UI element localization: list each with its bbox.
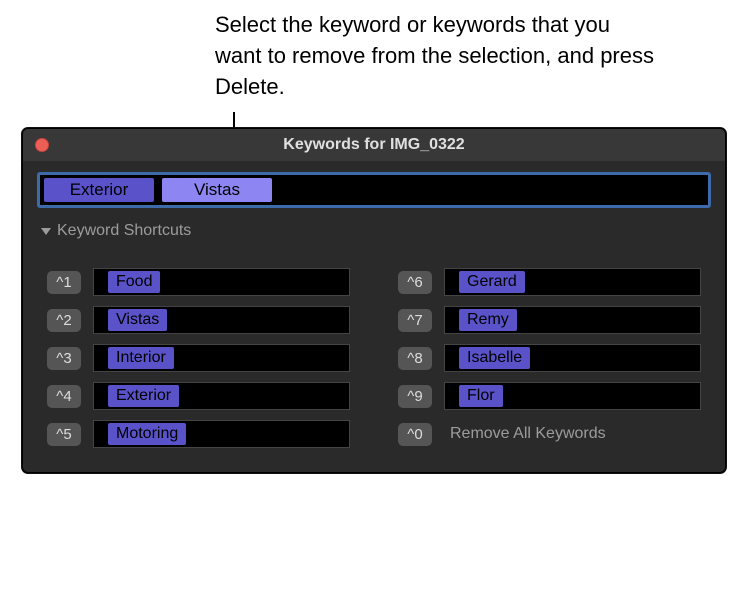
shortcut-key-2: ^2 bbox=[47, 309, 81, 332]
shortcut-slot-4[interactable]: Exterior bbox=[93, 382, 350, 410]
shortcut-key-0: ^0 bbox=[398, 423, 432, 446]
shortcut-key-5: ^5 bbox=[47, 423, 81, 446]
shortcut-row-5: ^5 Motoring bbox=[47, 420, 350, 448]
shortcut-row-7: ^7 Remy bbox=[398, 306, 701, 334]
shortcut-row-4: ^4 Exterior bbox=[47, 382, 350, 410]
shortcut-slot-2[interactable]: Vistas bbox=[93, 306, 350, 334]
shortcut-token-isabelle[interactable]: Isabelle bbox=[459, 347, 530, 369]
shortcut-slot-8[interactable]: Isabelle bbox=[444, 344, 701, 372]
keyword-token-exterior[interactable]: Exterior bbox=[44, 178, 154, 202]
close-window-button[interactable] bbox=[35, 138, 49, 152]
shortcut-slot-6[interactable]: Gerard bbox=[444, 268, 701, 296]
shortcut-key-9: ^9 bbox=[398, 385, 432, 408]
window-title: Keywords for IMG_0322 bbox=[23, 136, 725, 154]
shortcut-row-9: ^9 Flor bbox=[398, 382, 701, 410]
shortcut-token-gerard[interactable]: Gerard bbox=[459, 271, 525, 293]
shortcut-row-2: ^2 Vistas bbox=[47, 306, 350, 334]
keywords-window: Keywords for IMG_0322 Exterior Vistas Ke… bbox=[22, 128, 726, 473]
section-header-label: Keyword Shortcuts bbox=[57, 222, 191, 240]
shortcut-slot-5[interactable]: Motoring bbox=[93, 420, 350, 448]
applied-keywords-input[interactable]: Exterior Vistas bbox=[37, 172, 711, 208]
shortcut-token-exterior[interactable]: Exterior bbox=[108, 385, 179, 407]
shortcut-slot-7[interactable]: Remy bbox=[444, 306, 701, 334]
shortcut-token-interior[interactable]: Interior bbox=[108, 347, 174, 369]
window-titlebar[interactable]: Keywords for IMG_0322 bbox=[23, 129, 725, 161]
shortcut-slot-1[interactable]: Food bbox=[93, 268, 350, 296]
shortcut-key-6: ^6 bbox=[398, 271, 432, 294]
shortcut-row-6: ^6 Gerard bbox=[398, 268, 701, 296]
shortcut-token-food[interactable]: Food bbox=[108, 271, 160, 293]
shortcut-token-motoring[interactable]: Motoring bbox=[108, 423, 186, 445]
keyword-token-vistas-selected[interactable]: Vistas bbox=[162, 178, 272, 202]
shortcut-key-3: ^3 bbox=[47, 347, 81, 370]
shortcut-slot-3[interactable]: Interior bbox=[93, 344, 350, 372]
shortcut-key-1: ^1 bbox=[47, 271, 81, 294]
shortcut-token-vistas[interactable]: Vistas bbox=[108, 309, 167, 331]
shortcuts-grid: ^1 Food ^6 Gerard ^2 Vistas ^7 Remy ^3 bbox=[23, 246, 725, 472]
shortcut-key-4: ^4 bbox=[47, 385, 81, 408]
shortcut-key-8: ^8 bbox=[398, 347, 432, 370]
shortcut-row-0: ^0 Remove All Keywords bbox=[398, 420, 701, 448]
shortcut-key-7: ^7 bbox=[398, 309, 432, 332]
shortcut-token-flor[interactable]: Flor bbox=[459, 385, 503, 407]
shortcut-row-3: ^3 Interior bbox=[47, 344, 350, 372]
applied-keywords-area: Exterior Vistas bbox=[23, 161, 725, 222]
shortcut-row-8: ^8 Isabelle bbox=[398, 344, 701, 372]
instruction-annotation: Select the keyword or keywords that you … bbox=[215, 10, 655, 102]
shortcut-row-1: ^1 Food bbox=[47, 268, 350, 296]
remove-all-keywords-button[interactable]: Remove All Keywords bbox=[444, 425, 606, 443]
shortcut-token-remy[interactable]: Remy bbox=[459, 309, 517, 331]
shortcut-slot-9[interactable]: Flor bbox=[444, 382, 701, 410]
disclosure-triangle-icon[interactable] bbox=[41, 228, 51, 235]
keyword-shortcuts-header[interactable]: Keyword Shortcuts bbox=[23, 222, 725, 246]
